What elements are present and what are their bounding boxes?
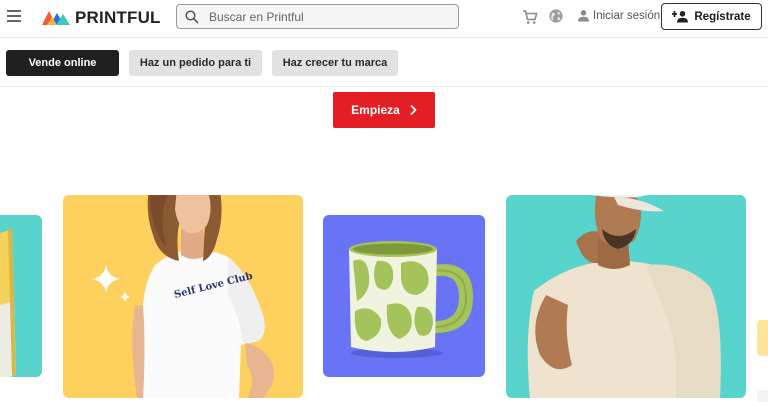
chevron-right-icon bbox=[410, 105, 417, 115]
audience-tabs: Vende online Haz un pedido para ti Haz c… bbox=[6, 50, 408, 76]
register-label: Regístrate bbox=[694, 10, 751, 23]
get-started-label: Empieza bbox=[351, 103, 400, 117]
section-divider bbox=[0, 86, 768, 87]
get-started-button[interactable]: Empieza bbox=[333, 92, 435, 128]
search-icon bbox=[185, 9, 199, 23]
top-navigation-bar: PRINTFUL Iniciar sesión Regístr bbox=[0, 0, 768, 38]
corner-widget[interactable] bbox=[757, 390, 768, 402]
register-button[interactable]: Regístrate bbox=[661, 3, 762, 30]
printful-logo-icon bbox=[42, 11, 70, 25]
tab-grow-your-brand[interactable]: Haz crecer tu marca bbox=[272, 50, 398, 76]
login-link[interactable]: Iniciar sesión bbox=[577, 9, 660, 22]
woman-in-tshirt-product-image: Self Love Club bbox=[63, 195, 303, 398]
sparkle-icon bbox=[92, 265, 120, 293]
man-in-cap-product-image bbox=[506, 195, 746, 398]
hamburger-menu-icon[interactable] bbox=[7, 10, 21, 22]
search-bar[interactable] bbox=[176, 4, 459, 29]
printful-logo[interactable]: PRINTFUL bbox=[42, 8, 161, 28]
add-user-icon bbox=[672, 11, 689, 23]
login-label: Iniciar sesión bbox=[593, 9, 661, 22]
tab-order-for-yourself[interactable]: Haz un pedido para ti bbox=[129, 50, 262, 76]
brand-name: PRINTFUL bbox=[75, 8, 161, 27]
green-mug-product-image bbox=[323, 215, 485, 377]
globe-language-icon[interactable] bbox=[548, 8, 564, 24]
tote-bag-product-image bbox=[0, 215, 42, 377]
tab-sell-online[interactable]: Vende online bbox=[6, 50, 119, 76]
shopping-cart-icon[interactable] bbox=[522, 9, 538, 25]
partial-product-image bbox=[757, 320, 768, 356]
user-icon bbox=[578, 10, 589, 22]
search-input[interactable] bbox=[209, 9, 449, 24]
